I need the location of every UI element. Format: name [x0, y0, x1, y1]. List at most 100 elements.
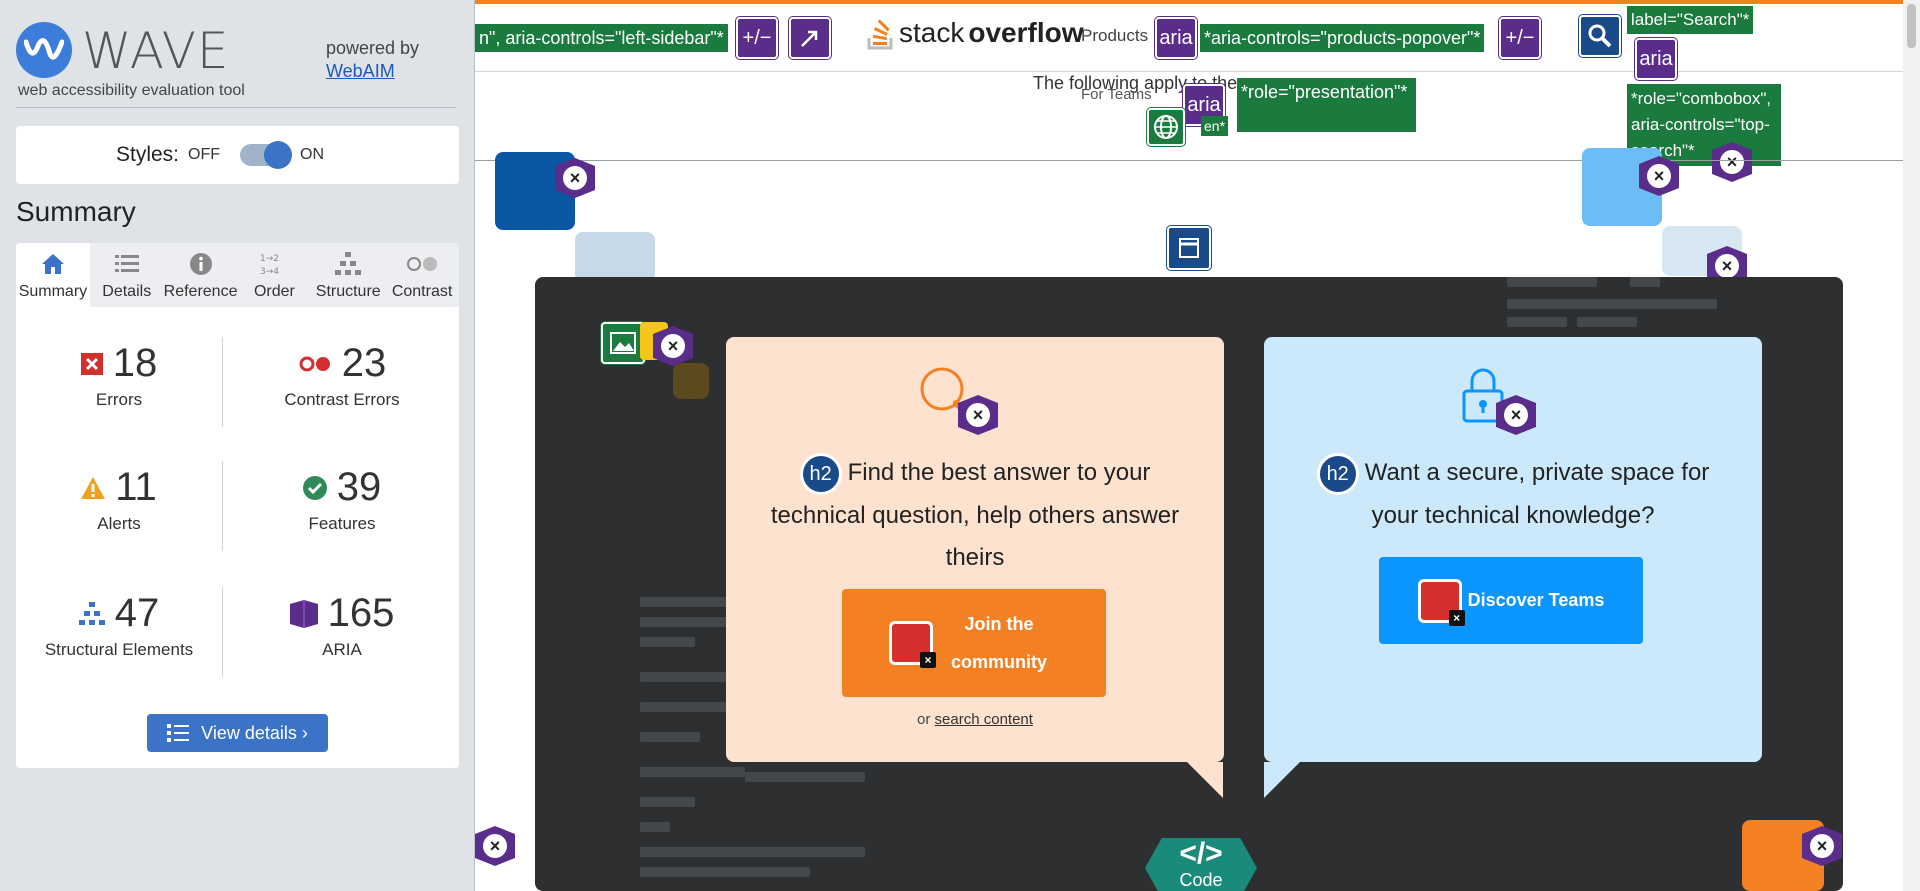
- styles-toggle[interactable]: [240, 141, 292, 169]
- wave-sidebar: WAVE web accessibility evaluation tool p…: [0, 0, 475, 891]
- order-icon: 1→2 3→4: [237, 251, 311, 277]
- tab-label: Structure: [315, 283, 381, 300]
- errors-count: 18: [112, 341, 158, 385]
- error-x-icon[interactable]: ×: [1712, 142, 1752, 182]
- decorative-block: [575, 232, 655, 282]
- stat-features[interactable]: 39 Features: [242, 465, 442, 575]
- ghost-line: [1507, 317, 1567, 327]
- error-icon: [80, 352, 103, 375]
- tab-reference[interactable]: Reference: [163, 243, 238, 307]
- stackoverflow-logo[interactable]: stack overflow: [867, 16, 1084, 50]
- error-x-icon[interactable]: ×: [958, 395, 998, 435]
- search-content-link[interactable]: search content: [935, 711, 1033, 728]
- toggle-knob: [264, 141, 292, 169]
- view-details-label: View details ›: [201, 722, 308, 743]
- for-teams-link[interactable]: For Teams: [1081, 86, 1152, 103]
- stat-errors[interactable]: 18 Errors: [19, 341, 219, 451]
- styles-off-label: OFF: [188, 146, 220, 163]
- tab-summary[interactable]: Summary: [16, 243, 90, 307]
- error-x-icon[interactable]: ×: [1496, 395, 1536, 435]
- contrast-icon: [385, 251, 459, 277]
- code-symbol: </>: [1179, 837, 1223, 870]
- ghost-line: [1507, 277, 1597, 287]
- errors-label: Errors: [95, 390, 143, 409]
- code-label: Code: [1179, 870, 1223, 890]
- stat-features-num: 39: [302, 465, 381, 510]
- ghost-line: [640, 822, 670, 832]
- error-x-icon[interactable]: ×: [555, 158, 595, 198]
- view-details-button[interactable]: View details ›: [147, 714, 328, 752]
- globe-icon[interactable]: [1147, 108, 1185, 146]
- panel-tabs: Summary Details Reference 1→23→4 Order: [16, 243, 459, 307]
- contrast-count: 23: [341, 341, 387, 385]
- plus-minus-glyph: +/−: [1505, 26, 1535, 49]
- stat-contrast[interactable]: 23 Contrast Errors: [242, 341, 442, 451]
- summary-panel: Summary Details Reference 1→23→4 Order: [16, 243, 459, 768]
- wave-tagline: web accessibility evaluation tool: [18, 82, 245, 99]
- community-card: × h2 Find the best answer to your technic…: [726, 337, 1224, 762]
- alerts-count: 11: [115, 465, 157, 509]
- wave-logo-row: WAVE web accessibility evaluation tool p…: [16, 18, 456, 108]
- aria-icon: [289, 599, 318, 628]
- divider: [222, 461, 223, 551]
- evaluated-page: n", aria-controls="left-sidebar"* +/− st…: [475, 0, 1903, 891]
- structure-icon: [311, 251, 385, 277]
- ghost-line: [1577, 317, 1637, 327]
- error-x-icon[interactable]: ×: [475, 826, 515, 866]
- stat-aria[interactable]: 165 ARIA: [242, 591, 442, 701]
- stat-alerts[interactable]: 11 Alerts: [19, 465, 219, 575]
- stat-errors-num: 18: [80, 341, 158, 386]
- error-x-icon[interactable]: ×: [1639, 156, 1679, 196]
- aria-badge-label: aria: [1639, 47, 1673, 70]
- structure-count: 47: [114, 591, 160, 635]
- stat-contrast-num: 23: [298, 341, 387, 386]
- error-x-icon[interactable]: ×: [653, 326, 693, 366]
- page-scrollbar[interactable]: [1903, 0, 1920, 891]
- webaim-link[interactable]: WebAIM: [326, 61, 419, 82]
- tab-contrast[interactable]: Contrast: [385, 243, 459, 307]
- tab-order[interactable]: 1→2 3→4 Order: [237, 243, 311, 307]
- join-community-label: Join the community: [950, 614, 1047, 672]
- tab-structure[interactable]: Structure: [311, 243, 385, 307]
- scrollbar-thumb[interactable]: [1907, 4, 1916, 48]
- discover-teams-button[interactable]: × Discover Teams: [1379, 557, 1643, 644]
- aria-expanded-icon[interactable]: +/−: [736, 17, 778, 59]
- ghost-line: [640, 732, 700, 742]
- tab-label: Contrast: [391, 283, 453, 300]
- wave-logo-word: WAVE: [82, 22, 230, 80]
- contrast-label: Contrast Errors: [284, 390, 400, 409]
- or-search-line: or search content: [726, 711, 1224, 728]
- aria-annotation-products-popover: *aria-controls="products-popover"*: [1200, 24, 1485, 52]
- tab-details[interactable]: Details: [90, 243, 164, 307]
- home-icon: [16, 251, 90, 277]
- ghost-line: [640, 847, 865, 857]
- aria-badge-label: aria: [1159, 26, 1193, 49]
- join-community-button[interactable]: × Join the community: [842, 589, 1106, 697]
- alerts-label: Alerts: [97, 514, 141, 533]
- h2-badge-icon: h2: [1316, 452, 1359, 495]
- powered-by: powered by WebAIM: [326, 38, 419, 82]
- search-icon[interactable]: [1579, 15, 1621, 57]
- stat-structure[interactable]: 47 Structural Elements: [19, 591, 219, 701]
- error-x-icon[interactable]: ×: [1802, 826, 1842, 866]
- aria-expanded-icon-2[interactable]: +/−: [1499, 17, 1541, 59]
- image-alt-icon[interactable]: [601, 322, 645, 364]
- stat-alerts-num: 11: [81, 465, 157, 510]
- ghost-line: [640, 867, 810, 877]
- aria-count: 165: [327, 591, 395, 635]
- divider: [222, 587, 223, 677]
- aria-icon-products[interactable]: aria: [1155, 17, 1197, 59]
- tab-label: Details: [102, 283, 152, 300]
- powered-by-text: powered by: [326, 38, 420, 58]
- aria-popup-icon[interactable]: [789, 17, 831, 59]
- topbar-divider: [475, 71, 1903, 72]
- svg-text:3→4: 3→4: [260, 267, 279, 277]
- feature-icon: [302, 475, 327, 500]
- products-link[interactable]: Products: [1081, 26, 1148, 46]
- top-accent-bar: [475, 0, 1903, 4]
- region-icon[interactable]: [1167, 226, 1211, 270]
- callout-tail: [1264, 762, 1300, 798]
- styles-label: Styles:: [116, 143, 180, 166]
- tab-label: Reference: [163, 283, 238, 300]
- aria-icon-search[interactable]: aria: [1635, 38, 1677, 80]
